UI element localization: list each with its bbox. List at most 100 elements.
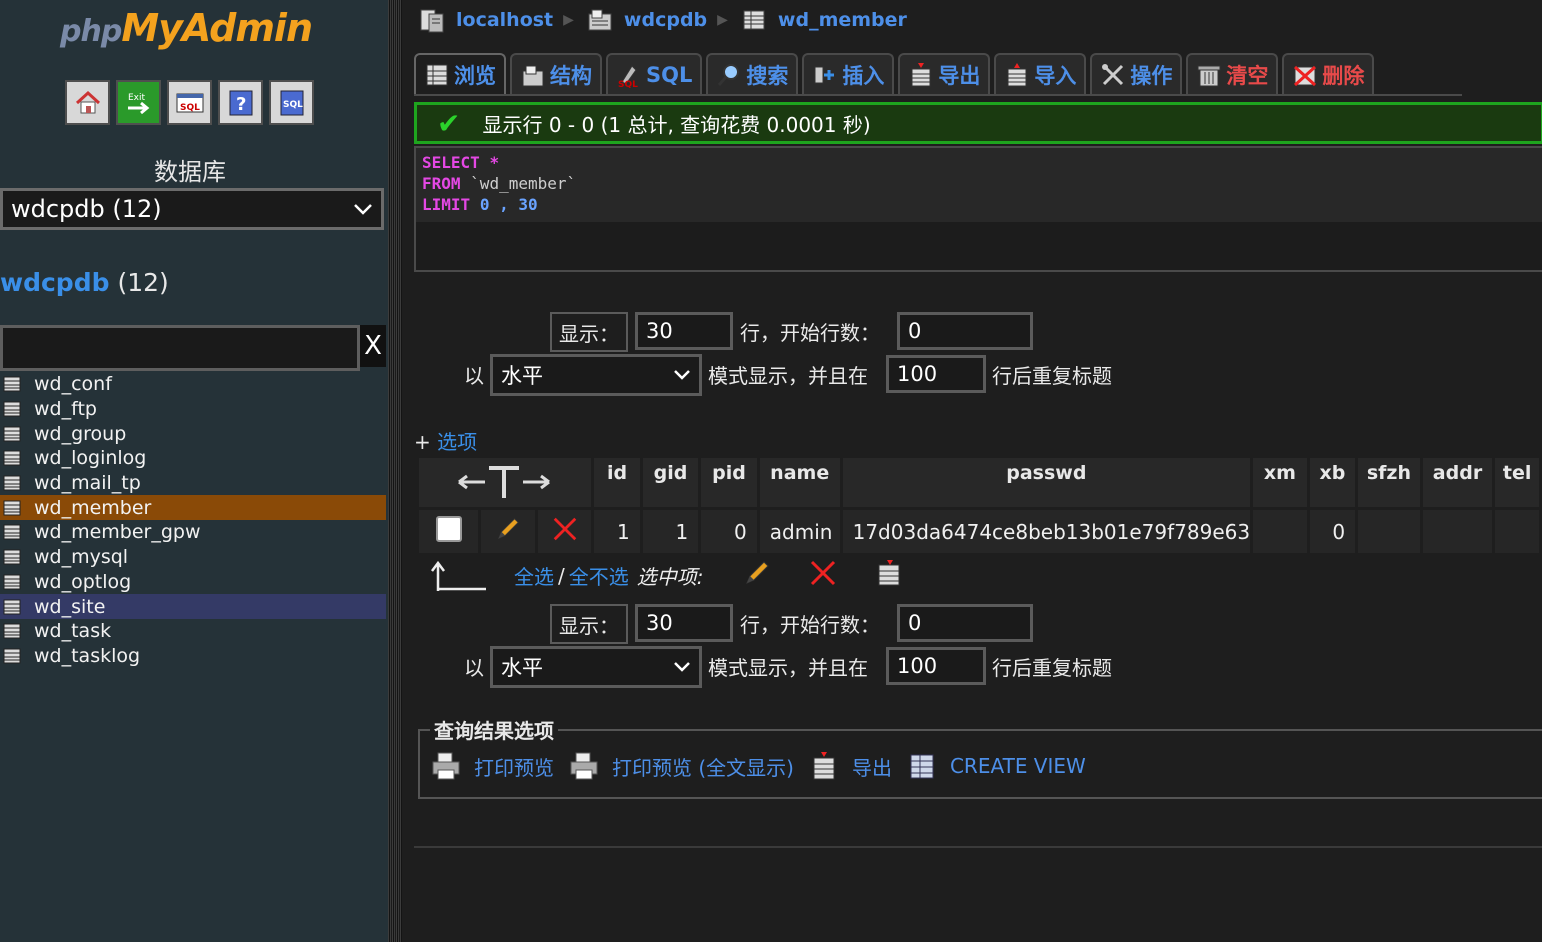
tab-label: 导出: [938, 64, 981, 88]
cell-name[interactable]: admin: [759, 507, 840, 553]
sidebar-table-item[interactable]: wd_tasklog: [0, 644, 386, 669]
sidebar-table-item[interactable]: wd_optlog: [0, 570, 386, 595]
export-link[interactable]: 导出: [808, 750, 892, 782]
sidebar-table-item[interactable]: wd_mail_tp: [0, 471, 386, 496]
delete-row-icon[interactable]: [537, 507, 592, 553]
phpmyadmin-logo[interactable]: phpMyAdmin: [60, 6, 313, 50]
column-header-name[interactable]: name: [759, 458, 840, 507]
tab-divider: [414, 94, 1462, 96]
repeat-headers-input[interactable]: 100: [886, 355, 986, 393]
column-header-gid[interactable]: gid: [642, 458, 699, 507]
tab-structure[interactable]: 结构: [510, 53, 602, 95]
tab-label: 结构: [550, 64, 592, 88]
results-table: id gid pid name passwd xm xb sfzh addr tel 1 1 0 adm…: [416, 458, 1542, 553]
sql-query-text[interactable]: SELECT * FROM `wd_member` LIMIT 0 , 30: [416, 148, 1542, 222]
sidebar-table-item[interactable]: wd_task: [0, 619, 386, 644]
tab-import[interactable]: 导入: [994, 53, 1087, 95]
exit-icon[interactable]: Exit: [116, 80, 161, 125]
table-row: 1 1 0 admin 17d03da6474ce8beb13b01e79f789e63…: [419, 507, 1539, 553]
tab-browse[interactable]: 浏览: [414, 53, 506, 95]
sidebar-table-item[interactable]: wd_loginlog: [0, 446, 386, 471]
print-view-link[interactable]: 打印预览: [430, 750, 554, 782]
sql-icon[interactable]: SQL: [167, 80, 212, 125]
help-icon[interactable]: ?: [218, 80, 263, 125]
display-mode-select[interactable]: 水平: [490, 646, 702, 688]
tab-insert[interactable]: 插入: [802, 53, 895, 95]
sidebar-table-label: wd_tasklog: [34, 644, 141, 667]
create-view-link[interactable]: CREATE VIEW: [906, 750, 1086, 782]
database-select-value: wdcpdb (12): [11, 195, 162, 223]
sidebar-table-item[interactable]: wd_group: [0, 421, 386, 446]
export-selected-icon[interactable]: [874, 558, 904, 593]
frame-splitter[interactable]: [388, 0, 402, 942]
start-row-input[interactable]: 0: [897, 312, 1033, 350]
table-icon: [3, 524, 21, 540]
table-icon: [3, 475, 21, 491]
tab-empty[interactable]: 清空: [1186, 53, 1279, 95]
tab-export[interactable]: 导出: [898, 53, 991, 95]
column-header-sfzh[interactable]: sfzh: [1358, 458, 1420, 507]
home-icon[interactable]: [65, 80, 110, 125]
check-all-link[interactable]: 全选: [514, 561, 554, 590]
column-header-addr[interactable]: addr: [1422, 458, 1493, 507]
tab-drop[interactable]: 删除: [1282, 53, 1375, 95]
row-checkbox[interactable]: [435, 516, 462, 542]
cell-tel[interactable]: [1495, 507, 1539, 553]
options-toggle[interactable]: + 选项: [414, 426, 477, 455]
table-icon: [3, 549, 21, 565]
edit-selected-icon[interactable]: [742, 558, 772, 593]
uncheck-all-link[interactable]: 全不选: [569, 561, 629, 590]
chevron-down-icon: [674, 662, 690, 672]
column-header-xm[interactable]: xm: [1253, 458, 1307, 507]
success-message-text: 显示行 0 - 0 (1 总计, 查询花费 0.0001 秒): [482, 112, 871, 137]
print-view-full-link[interactable]: 打印预览 (全文显示): [568, 750, 794, 782]
table-icon: [3, 599, 21, 615]
table-icon: [3, 401, 21, 417]
rows-count-input[interactable]: 30: [635, 604, 733, 642]
cell-passwd[interactable]: 17d03da6474ce8beb13b01e79f789e63: [842, 507, 1251, 553]
cell-addr[interactable]: [1422, 507, 1493, 553]
bottom-divider: [414, 846, 1542, 848]
insert-icon: [814, 66, 835, 84]
breadcrumb-table[interactable]: wd_member: [740, 6, 907, 34]
table-filter-input[interactable]: [0, 325, 360, 371]
repeat-headers-input[interactable]: 100: [886, 647, 986, 685]
search-icon: [718, 64, 740, 86]
rows-count-input[interactable]: 30: [635, 312, 733, 350]
database-select[interactable]: wdcpdb (12): [0, 188, 384, 230]
breadcrumb-database[interactable]: wdcpdb: [586, 6, 707, 34]
sidebar-table-item[interactable]: wd_conf: [0, 372, 386, 397]
cell-gid[interactable]: 1: [642, 507, 699, 553]
cell-id[interactable]: 1: [594, 507, 640, 553]
cell-pid[interactable]: 0: [701, 507, 757, 553]
column-header-id[interactable]: id: [594, 458, 640, 507]
clear-filter-button[interactable]: X: [360, 325, 386, 367]
sort-arrows-header[interactable]: [419, 458, 592, 507]
start-row-input[interactable]: 0: [897, 604, 1033, 642]
tab-sql[interactable]: SQL SQL: [606, 53, 703, 95]
breadcrumb-server[interactable]: localhost: [418, 6, 553, 34]
sidebar-table-item[interactable]: wd_mysql: [0, 545, 386, 570]
column-header-xb[interactable]: xb: [1309, 458, 1356, 507]
display-mode-select[interactable]: 水平: [490, 354, 702, 396]
query-window-icon[interactable]: SQL: [269, 80, 314, 125]
sidebar-table-item[interactable]: wd_ftp: [0, 397, 386, 422]
create-view-icon: [910, 754, 934, 779]
edit-row-icon[interactable]: [481, 507, 535, 553]
tab-search[interactable]: 搜索: [706, 53, 799, 95]
cell-sfzh[interactable]: [1358, 507, 1420, 553]
column-header-passwd[interactable]: passwd: [842, 458, 1251, 507]
delete-selected-icon[interactable]: [808, 558, 838, 593]
navigation-sidebar: phpMyAdmin Exit SQL ? SQL 数据库 wdcpdb (12…: [0, 0, 388, 942]
cell-xm[interactable]: [1253, 507, 1307, 553]
sidebar-table-item[interactable]: wd_site: [0, 594, 386, 619]
column-header-tel[interactable]: tel: [1495, 458, 1539, 507]
database-link[interactable]: wdcpdb: [0, 268, 110, 297]
sidebar-table-item[interactable]: wd_member_gpw: [0, 520, 386, 545]
tab-operations[interactable]: 操作: [1090, 53, 1183, 95]
sidebar-table-item[interactable]: wd_member: [0, 495, 386, 521]
server-icon: [420, 9, 444, 33]
column-header-pid[interactable]: pid: [701, 458, 757, 507]
table-tabs: 浏览 结构 SQL SQL 搜索 插入 导出 导入 操作 清空 删除: [414, 53, 1375, 95]
cell-xb[interactable]: 0: [1309, 507, 1356, 553]
